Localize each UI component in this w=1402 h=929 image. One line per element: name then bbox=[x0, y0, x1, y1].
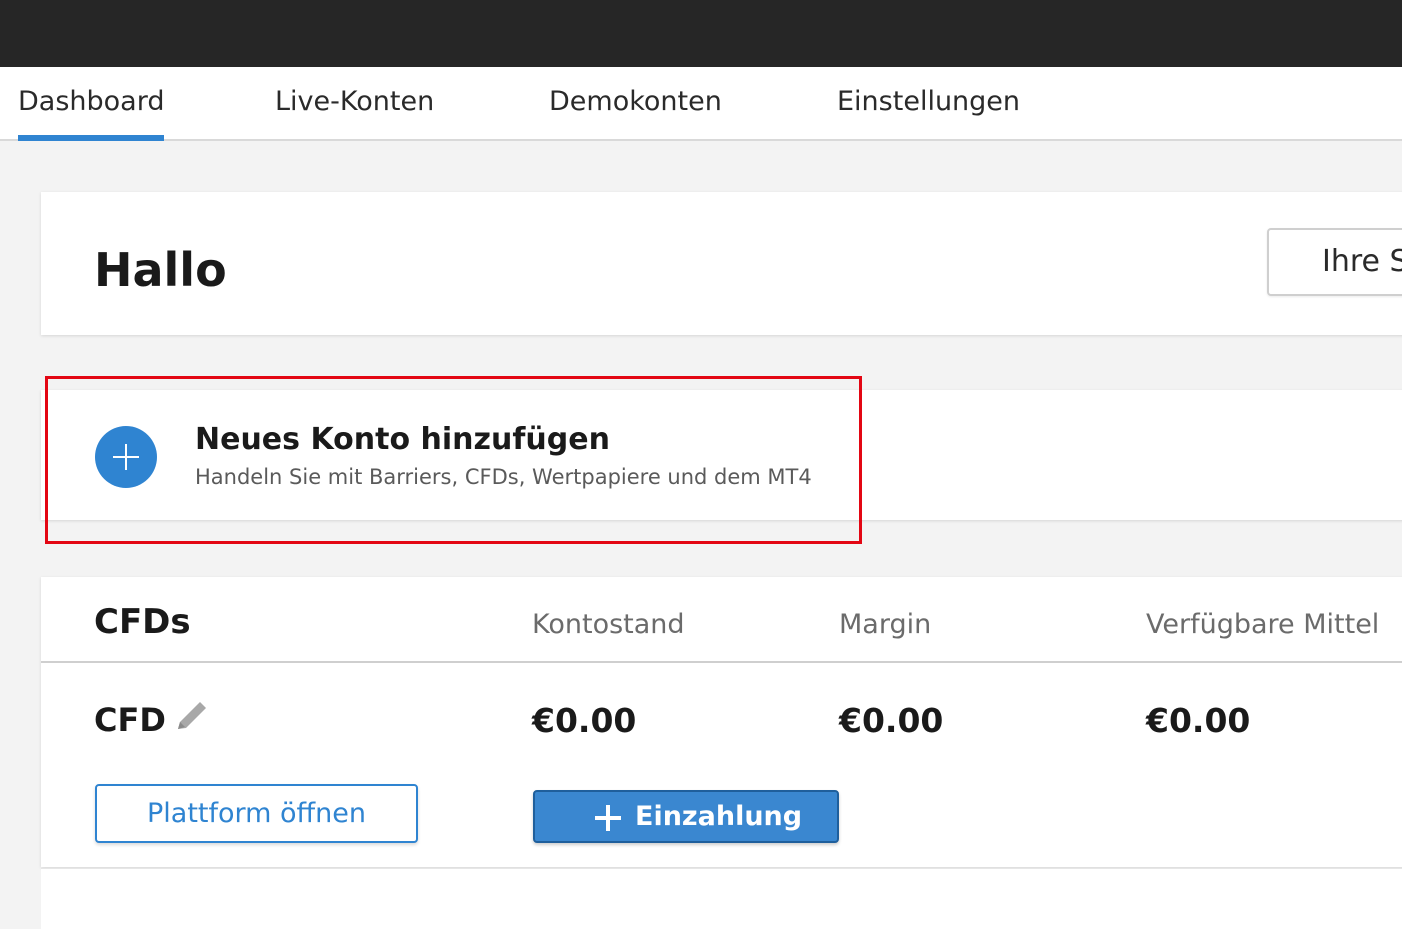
top-bar bbox=[0, 0, 1402, 67]
column-header-margin: Margin bbox=[839, 609, 932, 640]
summary-button[interactable]: Ihre S bbox=[1267, 228, 1402, 296]
open-platform-button[interactable]: Plattform öffnen bbox=[95, 784, 418, 843]
plus-icon bbox=[595, 805, 621, 831]
tab-live-konten[interactable]: Live-Konten bbox=[275, 67, 434, 139]
cfd-table-header: CFDs Kontostand Margin Verfügbare Mittel bbox=[41, 577, 1402, 663]
deposit-button[interactable]: Einzahlung bbox=[533, 790, 839, 843]
add-account-title[interactable]: Neues Konto hinzufügen bbox=[195, 422, 610, 457]
tab-demokonten[interactable]: Demokonten bbox=[549, 67, 722, 139]
add-account-subtitle: Handeln Sie mit Barriers, CFDs, Wertpapi… bbox=[195, 465, 812, 489]
deposit-button-label: Einzahlung bbox=[635, 801, 803, 832]
tab-dashboard[interactable]: Dashboard bbox=[18, 67, 165, 141]
plus-circle-icon[interactable] bbox=[95, 426, 157, 488]
greeting-title: Hallo bbox=[94, 243, 227, 297]
pencil-icon[interactable] bbox=[172, 697, 212, 737]
cfd-section-title: CFDs bbox=[94, 602, 191, 642]
account-name: CFD bbox=[94, 701, 166, 739]
cfd-accounts-card: CFDs Kontostand Margin Verfügbare Mittel… bbox=[41, 577, 1402, 867]
balance-value: €0.00 bbox=[532, 701, 637, 740]
add-account-card[interactable]: Neues Konto hinzufügen Handeln Sie mit B… bbox=[41, 390, 1402, 520]
greeting-card: Hallo Ihre S bbox=[41, 192, 1402, 335]
main-tab-bar: Dashboard Live-Konten Demokonten Einstel… bbox=[0, 67, 1402, 141]
column-header-kontostand: Kontostand bbox=[532, 609, 685, 640]
tab-einstellungen[interactable]: Einstellungen bbox=[837, 67, 1020, 139]
available-funds-value: €0.00 bbox=[1146, 701, 1251, 740]
column-header-verfuegbare-mittel: Verfügbare Mittel bbox=[1146, 609, 1380, 640]
margin-value: €0.00 bbox=[839, 701, 944, 740]
next-section-card bbox=[41, 868, 1402, 929]
